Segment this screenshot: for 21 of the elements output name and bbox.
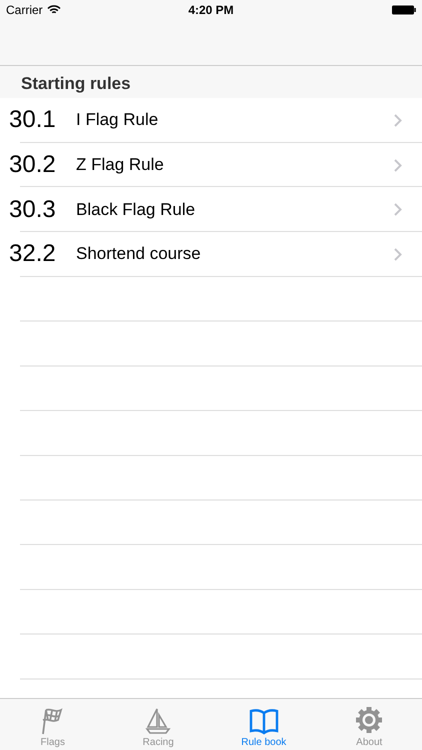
rule-number: 30.2 [9, 151, 57, 180]
battery-icon [392, 5, 416, 15]
section-header: Starting rules [21, 74, 131, 94]
chevron-icon [394, 203, 402, 216]
carrier-label: Carrier [6, 3, 43, 17]
status-time: 4:20 PM [188, 3, 234, 17]
rule-title: I Flag Rule [76, 110, 160, 130]
wifi-icon [46, 5, 61, 15]
rule-number: 32.2 [9, 240, 57, 268]
chevron-icon [394, 114, 402, 127]
rule-title: Z Flag Rule [76, 155, 165, 176]
chevron-icon [394, 158, 402, 172]
sailboat-icon [143, 707, 174, 735]
chevron-icon [394, 248, 402, 261]
rule-number: 30.3 [9, 196, 57, 224]
rule-title: Black Flag Rule [76, 200, 196, 220]
rule-number: 30.1 [9, 106, 57, 134]
settings-icon [354, 705, 384, 735]
book-icon [248, 707, 280, 735]
tab[interactable]: Rule book [211, 699, 316, 750]
rule-title: Shortend course [76, 244, 202, 264]
